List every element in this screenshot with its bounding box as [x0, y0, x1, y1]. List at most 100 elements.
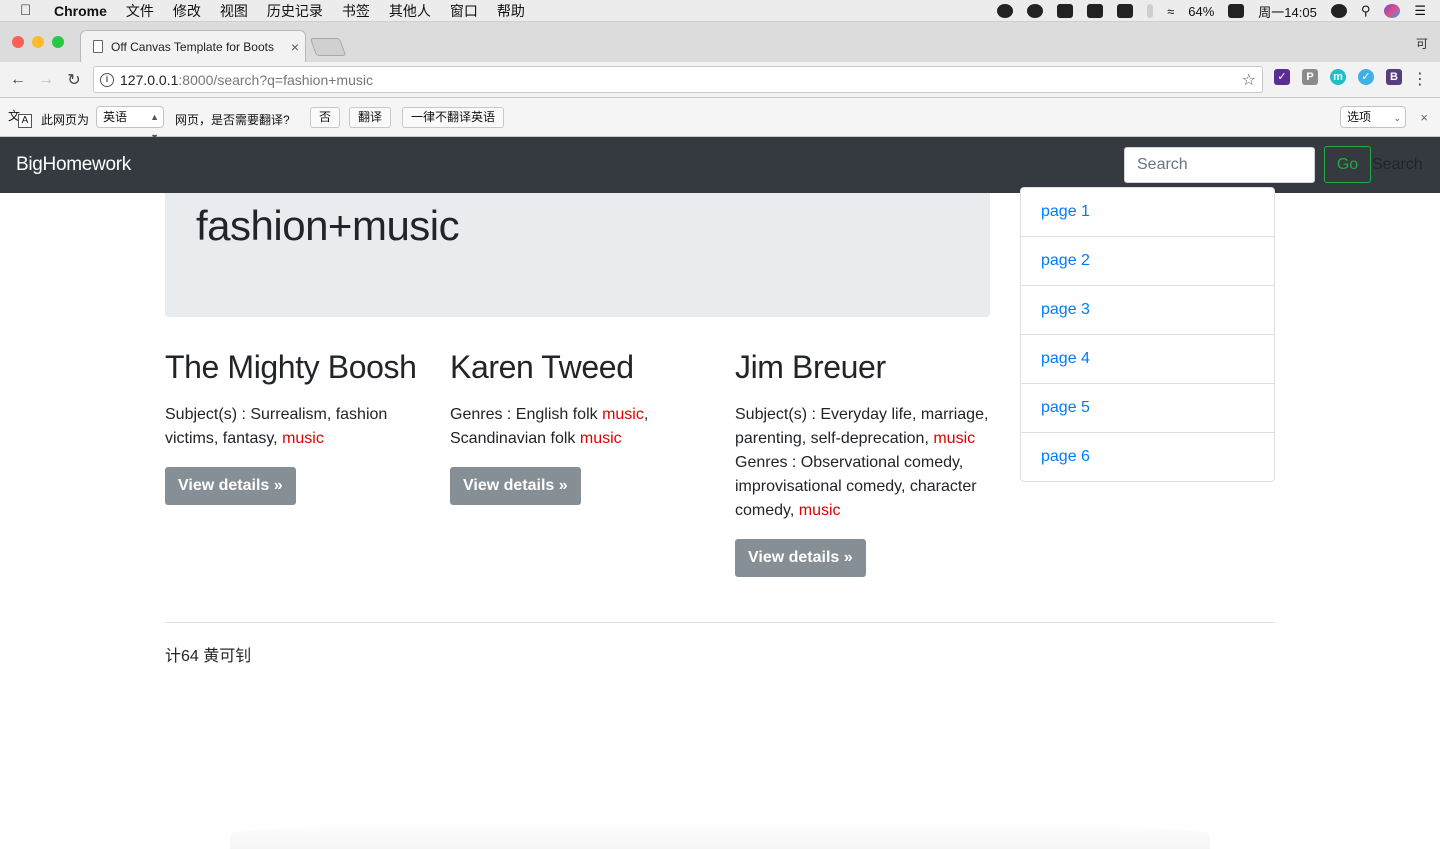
translate-page-is-label: 此网页为 [41, 113, 90, 127]
highlight-term: music [602, 406, 644, 423]
translate-icon: 文A [8, 107, 34, 129]
battery-percent[interactable]: 64% [1188, 4, 1214, 19]
spotlight-search-icon[interactable]: ⚲ [1361, 3, 1371, 19]
highlight-term: music [933, 430, 976, 447]
page-link-2[interactable]: page 2 [1021, 236, 1274, 285]
menu-help[interactable]: 帮助 [497, 1, 525, 21]
result-title: Karen Tweed [450, 349, 634, 385]
qq-icon[interactable] [1027, 4, 1044, 18]
chrome-menu-icon[interactable]: ⋮ [1412, 69, 1428, 89]
user-icon[interactable] [1330, 4, 1347, 18]
new-tab-button[interactable] [309, 38, 347, 56]
result-title: The Mighty Boosh [165, 349, 417, 385]
menu-people[interactable]: 其他人 [389, 1, 431, 21]
highlight-term: music [282, 430, 324, 447]
site-navbar: BigHomework Search Go Search [0, 137, 1440, 193]
translate-infobar: 文A 此网页为 英语 ▲▼ 网页，是否需要翻译? 否 翻译 一律不翻译英语 选项… [0, 97, 1440, 142]
tab-close-icon[interactable]: × [285, 39, 305, 55]
extension-m-icon[interactable]: m [1330, 69, 1346, 85]
window-close-button[interactable] [12, 36, 24, 48]
page-link-3[interactable]: page 3 [1021, 285, 1274, 334]
view-details-button[interactable]: View details » [735, 539, 866, 577]
page-link-4[interactable]: page 4 [1021, 334, 1274, 383]
translate-never-button[interactable]: 一律不翻译英语 [402, 107, 505, 128]
footer-divider [165, 622, 1275, 623]
translate-language-select[interactable]: 英语 ▲▼ [96, 106, 164, 142]
result-title: Jim Breuer [735, 349, 886, 385]
translate-language-value: 英语 [103, 110, 128, 124]
result-card: Jim Breuer Subject(s) : Everyday life, m… [735, 350, 990, 577]
menu-history[interactable]: 历史记录 [267, 1, 323, 21]
clock[interactable]: 周一14:05 [1258, 2, 1317, 21]
info-icon[interactable]: i [100, 72, 114, 87]
profile-corner-label[interactable]: 可 [1416, 35, 1428, 52]
macos-menubar:  Chrome 文件 修改 视图 历史记录 书签 其他人 窗口 帮助 ≈ 64… [0, 0, 1440, 22]
result-details: Subject(s) : Everyday life, marriage, pa… [735, 403, 990, 523]
forward-arrow-icon[interactable]: → [32, 71, 60, 89]
page-list: page 1 page 2 page 3 page 4 page 5 page … [1020, 187, 1275, 482]
menu-file[interactable]: 文件 [126, 1, 154, 21]
menu-edit[interactable]: 修改 [173, 1, 201, 21]
translate-options-select[interactable]: 选项 ⌄ [1340, 106, 1406, 128]
page-link-6[interactable]: page 6 [1021, 432, 1274, 481]
input-method-icon[interactable] [1228, 4, 1245, 18]
highlight-term: music [579, 430, 622, 447]
chevron-down-icon: ⌄ [1393, 113, 1401, 123]
menu-window[interactable]: 窗口 [450, 1, 478, 21]
reload-icon[interactable]: ↻ [60, 70, 88, 90]
translate-no-button[interactable]: 否 [310, 107, 341, 128]
highlight-term: music [798, 502, 841, 519]
genres-text: Genres : Observational comedy, improvisa… [735, 454, 977, 519]
airplay-icon[interactable] [1117, 4, 1134, 18]
extension-check-icon[interactable]: ✓ [1274, 69, 1290, 85]
close-icon[interactable]: × [1420, 110, 1428, 125]
menu-view[interactable]: 视图 [220, 1, 248, 21]
translate-yes-button[interactable]: 翻译 [349, 107, 392, 128]
search-input[interactable]: Search [1124, 147, 1315, 183]
wifi-icon[interactable]: ≈ [1167, 4, 1174, 19]
menu-app-chrome[interactable]: Chrome [54, 3, 107, 19]
menubar-status-area: ≈ 64% 周一14:05 ⚲ ☰ [997, 0, 1440, 22]
address-bar[interactable]: i 127.0.0.1:8000/search?q=fashion+music … [93, 66, 1263, 93]
page-link-5[interactable]: page 5 [1021, 383, 1274, 432]
extension-pocket-icon[interactable]: P [1302, 69, 1318, 85]
page-link-1[interactable]: page 1 [1021, 188, 1274, 236]
page-bottom-shadow [230, 820, 1210, 849]
menu-bookmarks[interactable]: 书签 [342, 1, 370, 21]
footer-text: 计64 黄可钊 [165, 648, 252, 665]
browser-toolbar: ← → ↻ i 127.0.0.1:8000/search?q=fashion+… [0, 62, 1440, 97]
genres-text: Genres : English folk [450, 406, 603, 423]
translate-question-label: 网页，是否需要翻译? [175, 113, 290, 127]
view-details-button[interactable]: View details » [165, 467, 296, 505]
back-arrow-icon[interactable]: ← [4, 71, 32, 89]
bookmark-star-icon[interactable]: ☆ [1242, 70, 1256, 90]
siri-icon[interactable] [1384, 4, 1401, 18]
result-subjects: Subject(s) : Surrealism, fashion victims… [165, 403, 420, 451]
url-path: :8000/search?q=fashion+music [178, 71, 373, 88]
result-genres: Genres : English folk music, Scandinavia… [450, 403, 705, 451]
browser-tab-active[interactable]: Off Canvas Template for Boots × [80, 30, 306, 62]
extension-bootstrap-icon[interactable]: B [1386, 69, 1402, 85]
result-card: Karen Tweed Genres : English folk music,… [450, 350, 705, 505]
tab-title: Off Canvas Template for Boots [111, 39, 274, 54]
window-zoom-button[interactable] [52, 36, 64, 48]
page-title: fashion+music [196, 202, 460, 249]
windows-icon[interactable] [1087, 4, 1104, 18]
result-card: The Mighty Boosh Subject(s) : Surrealism… [165, 350, 420, 505]
translate-options-label: 选项 [1347, 110, 1372, 124]
apple-icon[interactable]:  [20, 2, 40, 19]
bluetooth-icon[interactable] [1147, 4, 1154, 18]
window-minimize-button[interactable] [32, 36, 44, 48]
tab-strip: Off Canvas Template for Boots × 可 [0, 22, 1440, 62]
view-details-button[interactable]: View details » [450, 467, 581, 505]
navbar-brand[interactable]: BigHomework [16, 154, 131, 176]
subjects-text: Subject(s) : Surrealism, fashion victims… [165, 406, 388, 447]
lightbulb-icon[interactable] [997, 4, 1014, 18]
document-icon [93, 40, 103, 53]
extension-bird-icon[interactable]: ✓ [1358, 69, 1374, 85]
search-label: Search [1372, 156, 1423, 173]
jumbotron: fashion+music [165, 193, 990, 317]
go-button[interactable]: Go [1324, 146, 1371, 183]
notification-center-icon[interactable]: ☰ [1414, 3, 1426, 19]
stack-icon[interactable] [1057, 4, 1074, 18]
